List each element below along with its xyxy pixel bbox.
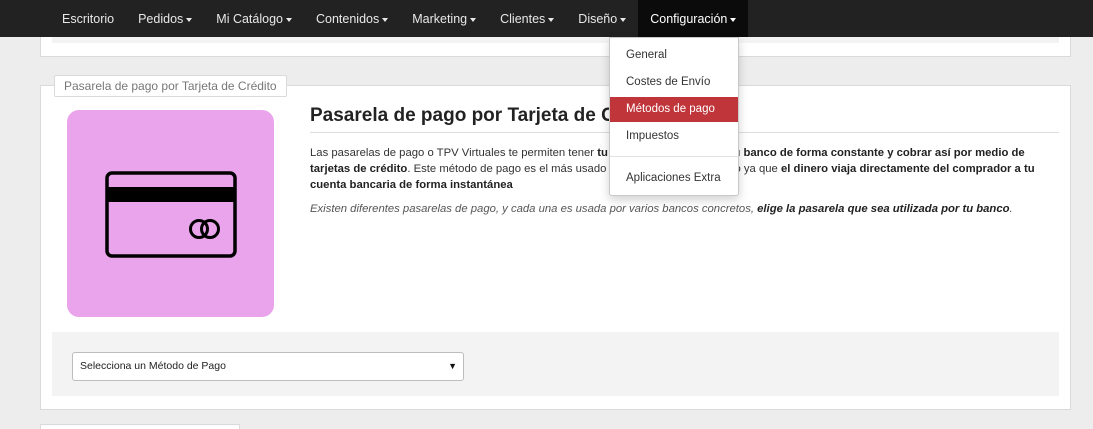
nav-item-diseño[interactable]: Diseño <box>566 0 638 37</box>
nav-item-label: Contenidos <box>315 11 380 26</box>
dropdown-item-2[interactable]: Métodos de pago <box>610 97 738 122</box>
dropdown-item-1[interactable]: Costes de Envío <box>610 70 738 95</box>
note-text-1: Existen diferentes pasarelas de pago, y … <box>310 203 758 215</box>
caret-down-icon <box>730 17 737 22</box>
dropdown-arrow-icon: ▼ <box>448 361 457 371</box>
nav-item-mi-catálogo[interactable]: Mi Catálogo <box>204 0 304 37</box>
caret-down-icon <box>470 17 477 22</box>
note-text-2: . <box>1009 203 1013 215</box>
note-bold-1: elige la pasarela que sea utilizada por … <box>757 203 1010 215</box>
configuracion-dropdown-menu: General Costes de Envío Métodos de pago Imp… <box>609 37 739 196</box>
dropdown-item-3[interactable]: Impuestos <box>610 124 738 149</box>
nav-item-clientes[interactable]: Clientes <box>488 0 566 37</box>
caret-down-icon <box>186 17 193 22</box>
dropdown-item-aplicaciones-extra[interactable]: Aplicaciones Extra <box>610 166 738 191</box>
nav-item-label: Pedidos <box>138 11 184 26</box>
nav-item-label: Marketing <box>412 11 468 26</box>
nav-item-label: Clientes <box>500 11 546 26</box>
caret-down-icon <box>382 17 389 22</box>
credit-card-icon <box>105 171 237 258</box>
note-paragraph: Existen diferentes pasarelas de pago, y … <box>310 201 1050 217</box>
bottom-panel-edge <box>40 424 240 429</box>
dropdown-divider <box>610 156 738 157</box>
card-illustration <box>67 110 274 317</box>
nav-item-label: Configuración <box>650 11 728 26</box>
payment-method-select-value: Selecciona un Método de Pago <box>80 360 226 372</box>
nav-item-label: Diseño <box>578 11 618 26</box>
top-navbar: Escritorio Pedidos Mi Catálogo Contenidos Ma… <box>0 0 1093 37</box>
caret-down-icon <box>620 17 627 22</box>
nav-item-configuración[interactable]: Configuración <box>638 0 749 37</box>
dropdown-item-0[interactable]: General <box>610 43 738 68</box>
panel-legend: Pasarela de pago por Tarjeta de Crédito <box>54 75 287 97</box>
caret-down-icon <box>548 17 555 22</box>
nav-item-marketing[interactable]: Marketing <box>400 0 488 37</box>
nav-item-label: Escritorio <box>62 11 115 26</box>
desc-text-1: Las pasarelas de pago o TPV Virtuales te… <box>310 147 598 159</box>
nav-item-contenidos[interactable]: Contenidos <box>304 0 400 37</box>
payment-method-select[interactable]: Selecciona un Método de Pago ▼ <box>72 352 464 381</box>
nav-item-pedidos[interactable]: Pedidos <box>126 0 204 37</box>
nav-item-label: Mi Catálogo <box>216 11 283 26</box>
nav-item-escritorio[interactable]: Escritorio <box>50 0 126 37</box>
caret-down-icon <box>285 17 292 22</box>
